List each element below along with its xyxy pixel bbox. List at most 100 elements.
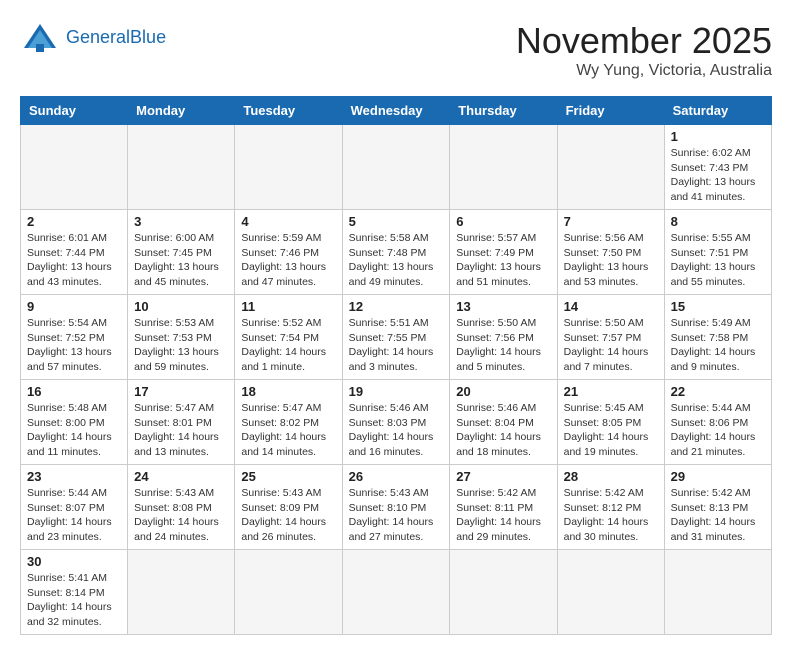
- day-info: Sunrise: 5:50 AM Sunset: 7:57 PM Dayligh…: [564, 316, 658, 375]
- day-number: 14: [564, 299, 658, 314]
- calendar-cell: [235, 550, 342, 635]
- calendar-cell: 7 Sunrise: 5:56 AM Sunset: 7:50 PM Daylig…: [557, 210, 664, 295]
- calendar-cell: 9Sunrise: 5:54 AM Sunset: 7:52 PM Daylig…: [21, 295, 128, 380]
- calendar-cell: 28 Sunrise: 5:42 AM Sunset: 8:12 PM Dayli…: [557, 465, 664, 550]
- weekday-header-thursday: Thursday: [450, 97, 557, 125]
- day-number: 11: [241, 299, 335, 314]
- day-info: Sunrise: 5:48 AM Sunset: 8:00 PM Dayligh…: [27, 401, 121, 460]
- calendar-cell: 19 Sunrise: 5:46 AM Sunset: 8:03 PM Dayli…: [342, 380, 450, 465]
- calendar-cell: 8Sunrise: 5:55 AM Sunset: 7:51 PM Daylig…: [664, 210, 771, 295]
- day-info: Sunrise: 5:51 AM Sunset: 7:55 PM Dayligh…: [349, 316, 444, 375]
- day-number: 8: [671, 214, 765, 229]
- day-info: Sunrise: 5:47 AM Sunset: 8:01 PM Dayligh…: [134, 401, 228, 460]
- calendar-cell: 14 Sunrise: 5:50 AM Sunset: 7:57 PM Dayli…: [557, 295, 664, 380]
- calendar-cell: 5Sunrise: 5:58 AM Sunset: 7:48 PM Daylig…: [342, 210, 450, 295]
- calendar-cell: 21Sunrise: 5:45 AM Sunset: 8:05 PM Dayli…: [557, 380, 664, 465]
- day-number: 1: [671, 129, 765, 144]
- day-number: 20: [456, 384, 550, 399]
- calendar-cell: [664, 550, 771, 635]
- day-number: 25: [241, 469, 335, 484]
- calendar-cell: 18Sunrise: 5:47 AM Sunset: 8:02 PM Dayli…: [235, 380, 342, 465]
- day-number: 19: [349, 384, 444, 399]
- weekday-header-tuesday: Tuesday: [235, 97, 342, 125]
- day-info: Sunrise: 5:59 AM Sunset: 7:46 PM Dayligh…: [241, 231, 335, 290]
- day-info: Sunrise: 5:57 AM Sunset: 7:49 PM Dayligh…: [456, 231, 550, 290]
- day-number: 6: [456, 214, 550, 229]
- day-number: 12: [349, 299, 444, 314]
- day-number: 7: [564, 214, 658, 229]
- calendar-cell: [128, 125, 235, 210]
- day-info: Sunrise: 5:46 AM Sunset: 8:03 PM Dayligh…: [349, 401, 444, 460]
- calendar-week-row-2: 2 Sunrise: 6:01 AM Sunset: 7:44 PM Daylig…: [21, 210, 772, 295]
- calendar-cell: [235, 125, 342, 210]
- day-info: Sunrise: 5:44 AM Sunset: 8:07 PM Dayligh…: [27, 486, 121, 545]
- day-info: Sunrise: 5:49 AM Sunset: 7:58 PM Dayligh…: [671, 316, 765, 375]
- day-info: Sunrise: 5:42 AM Sunset: 8:12 PM Dayligh…: [564, 486, 658, 545]
- day-info: Sunrise: 5:46 AM Sunset: 8:04 PM Dayligh…: [456, 401, 550, 460]
- day-info: Sunrise: 5:43 AM Sunset: 8:08 PM Dayligh…: [134, 486, 228, 545]
- day-info: Sunrise: 5:42 AM Sunset: 8:11 PM Dayligh…: [456, 486, 550, 545]
- calendar-cell: 22 Sunrise: 5:44 AM Sunset: 8:06 PM Dayli…: [664, 380, 771, 465]
- calendar-cell: [557, 125, 664, 210]
- calendar-cell: 24Sunrise: 5:43 AM Sunset: 8:08 PM Dayli…: [128, 465, 235, 550]
- page-header: GeneralBlue November 2025 Wy Yung, Victo…: [20, 20, 772, 80]
- logo-blue: Blue: [130, 27, 166, 47]
- day-info: Sunrise: 5:50 AM Sunset: 7:56 PM Dayligh…: [456, 316, 550, 375]
- calendar-cell: 10Sunrise: 5:53 AM Sunset: 7:53 PM Dayli…: [128, 295, 235, 380]
- day-number: 23: [27, 469, 121, 484]
- calendar-cell: 6 Sunrise: 5:57 AM Sunset: 7:49 PM Daylig…: [450, 210, 557, 295]
- day-number: 13: [456, 299, 550, 314]
- calendar-week-row-3: 9Sunrise: 5:54 AM Sunset: 7:52 PM Daylig…: [21, 295, 772, 380]
- day-info: Sunrise: 5:56 AM Sunset: 7:50 PM Dayligh…: [564, 231, 658, 290]
- weekday-header-saturday: Saturday: [664, 97, 771, 125]
- day-info: Sunrise: 5:43 AM Sunset: 8:09 PM Dayligh…: [241, 486, 335, 545]
- calendar-cell: [557, 550, 664, 635]
- title-section: November 2025 Wy Yung, Victoria, Austral…: [516, 20, 772, 80]
- day-number: 28: [564, 469, 658, 484]
- calendar-header-row: SundayMondayTuesdayWednesdayThursdayFrid…: [21, 97, 772, 125]
- calendar-cell: [450, 550, 557, 635]
- day-info: Sunrise: 5:43 AM Sunset: 8:10 PM Dayligh…: [349, 486, 444, 545]
- day-info: Sunrise: 6:01 AM Sunset: 7:44 PM Dayligh…: [27, 231, 121, 290]
- day-number: 17: [134, 384, 228, 399]
- calendar-cell: 30Sunrise: 5:41 AM Sunset: 8:14 PM Dayli…: [21, 550, 128, 635]
- day-info: Sunrise: 5:44 AM Sunset: 8:06 PM Dayligh…: [671, 401, 765, 460]
- day-number: 3: [134, 214, 228, 229]
- calendar-cell: 4Sunrise: 5:59 AM Sunset: 7:46 PM Daylig…: [235, 210, 342, 295]
- day-number: 21: [564, 384, 658, 399]
- day-info: Sunrise: 5:53 AM Sunset: 7:53 PM Dayligh…: [134, 316, 228, 375]
- day-number: 26: [349, 469, 444, 484]
- weekday-header-friday: Friday: [557, 97, 664, 125]
- calendar-cell: [128, 550, 235, 635]
- day-info: Sunrise: 5:54 AM Sunset: 7:52 PM Dayligh…: [27, 316, 121, 375]
- calendar-cell: 1 Sunrise: 6:02 AM Sunset: 7:43 PM Daylig…: [664, 125, 771, 210]
- calendar-cell: 29 Sunrise: 5:42 AM Sunset: 8:13 PM Dayli…: [664, 465, 771, 550]
- calendar-cell: 15 Sunrise: 5:49 AM Sunset: 7:58 PM Dayli…: [664, 295, 771, 380]
- day-number: 18: [241, 384, 335, 399]
- calendar-cell: 16Sunrise: 5:48 AM Sunset: 8:00 PM Dayli…: [21, 380, 128, 465]
- day-number: 2: [27, 214, 121, 229]
- calendar-cell: [342, 125, 450, 210]
- calendar-week-row-6: 30Sunrise: 5:41 AM Sunset: 8:14 PM Dayli…: [21, 550, 772, 635]
- calendar-cell: [342, 550, 450, 635]
- day-number: 22: [671, 384, 765, 399]
- day-info: Sunrise: 5:52 AM Sunset: 7:54 PM Dayligh…: [241, 316, 335, 375]
- day-info: Sunrise: 6:02 AM Sunset: 7:43 PM Dayligh…: [671, 146, 765, 205]
- day-info: Sunrise: 5:42 AM Sunset: 8:13 PM Dayligh…: [671, 486, 765, 545]
- day-number: 5: [349, 214, 444, 229]
- calendar-cell: [21, 125, 128, 210]
- calendar-cell: 3Sunrise: 6:00 AM Sunset: 7:45 PM Daylig…: [128, 210, 235, 295]
- logo-icon: [20, 20, 60, 56]
- calendar-cell: 25 Sunrise: 5:43 AM Sunset: 8:09 PM Dayli…: [235, 465, 342, 550]
- calendar-cell: 2 Sunrise: 6:01 AM Sunset: 7:44 PM Daylig…: [21, 210, 128, 295]
- calendar-week-row-1: 1 Sunrise: 6:02 AM Sunset: 7:43 PM Daylig…: [21, 125, 772, 210]
- calendar-cell: 26 Sunrise: 5:43 AM Sunset: 8:10 PM Dayli…: [342, 465, 450, 550]
- location-subtitle: Wy Yung, Victoria, Australia: [516, 62, 772, 80]
- calendar-cell: 17 Sunrise: 5:47 AM Sunset: 8:01 PM Dayli…: [128, 380, 235, 465]
- calendar-cell: 13 Sunrise: 5:50 AM Sunset: 7:56 PM Dayli…: [450, 295, 557, 380]
- day-number: 29: [671, 469, 765, 484]
- month-title: November 2025: [516, 20, 772, 62]
- day-number: 15: [671, 299, 765, 314]
- logo-text: GeneralBlue: [66, 28, 166, 48]
- day-number: 30: [27, 554, 121, 569]
